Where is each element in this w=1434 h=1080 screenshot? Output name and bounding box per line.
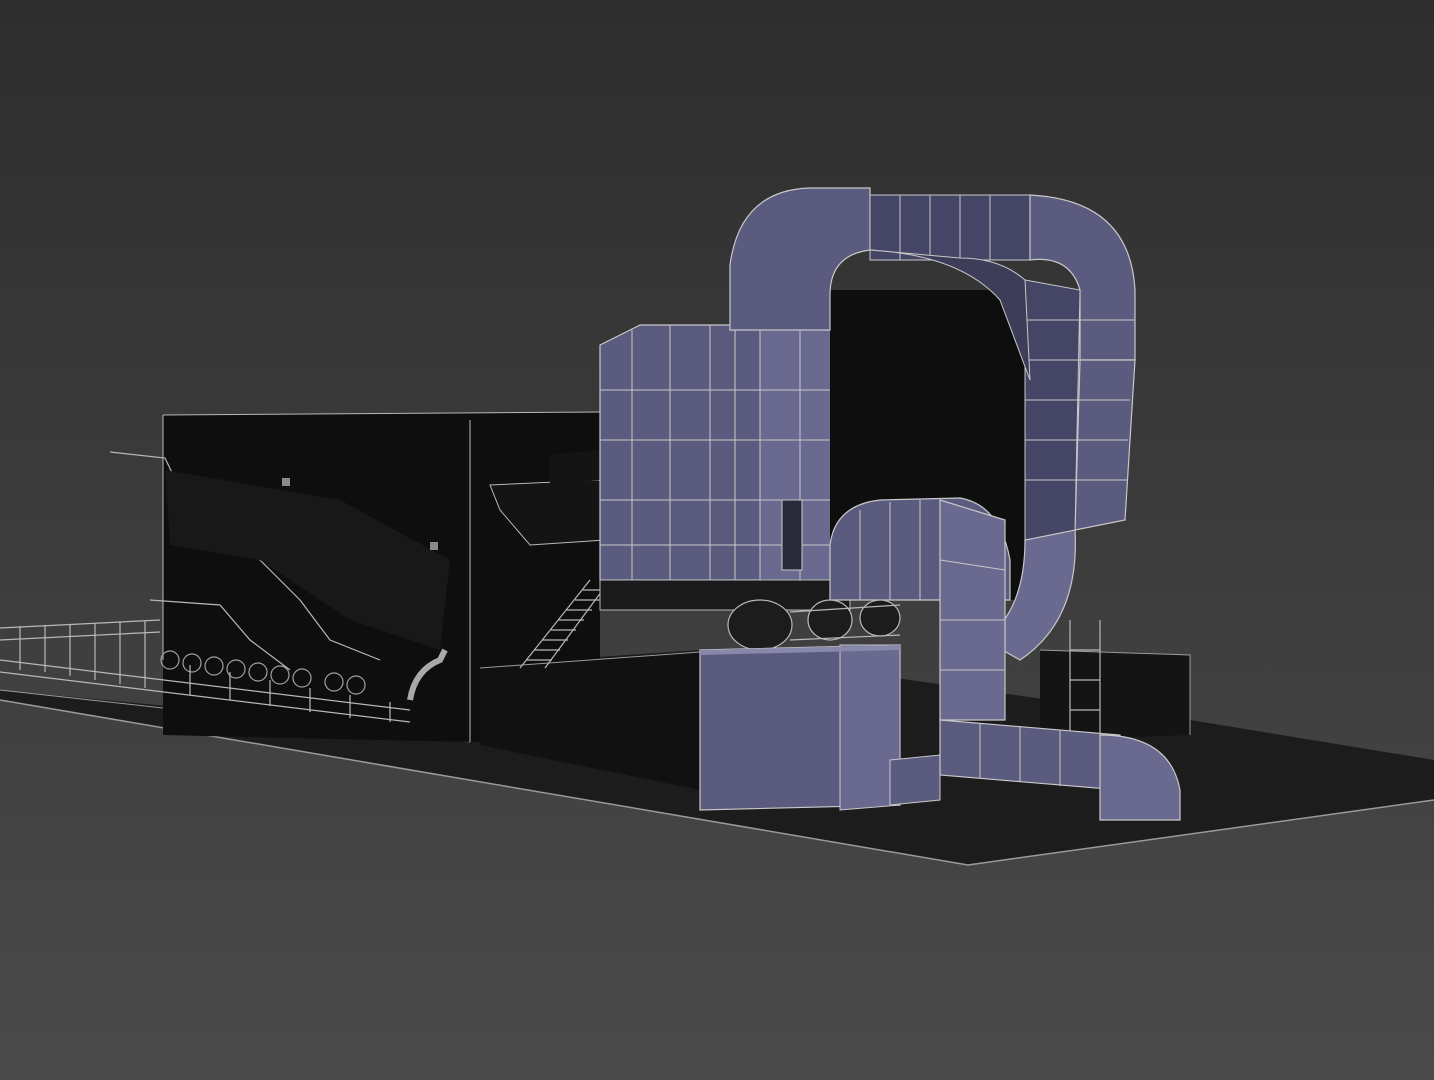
filter-housing	[599, 324, 851, 611]
scene-render	[0, 0, 1434, 1080]
3d-viewport[interactable]	[0, 0, 1434, 1080]
